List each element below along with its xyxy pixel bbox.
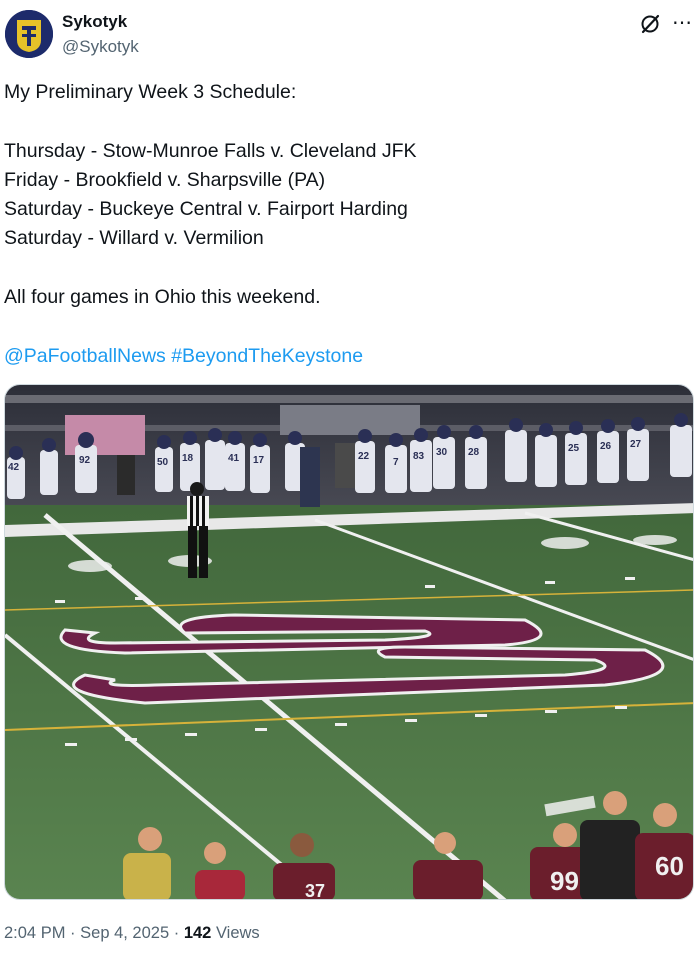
tweet-links: @PaFootballNews #BeyondTheKeystone [4, 342, 694, 371]
jersey-number: 99 [550, 866, 579, 896]
tweet-date[interactable]: Sep 4, 2025 [80, 924, 169, 942]
tweet-line [4, 312, 694, 341]
more-dots-icon[interactable]: ⋯ [672, 10, 693, 35]
jersey-number: 30 [436, 447, 448, 458]
tweet-line: My Preliminary Week 3 Schedule: [4, 81, 297, 103]
jersey-number: 18 [182, 453, 194, 464]
jersey-number: 25 [568, 443, 580, 454]
author-name[interactable]: Sykotyk [62, 12, 127, 32]
jersey-number: 27 [630, 439, 642, 450]
views-count: 142 [183, 924, 212, 942]
tweet-time[interactable]: 2:04 PM [4, 924, 65, 942]
tweet-line: Friday - Brookfield v. Sharpsville (PA) [4, 168, 326, 191]
tweet-line: Thursday - Stow-Munroe Falls v. Clevelan… [4, 139, 417, 162]
tweet-line [4, 107, 694, 136]
jersey-number: 83 [413, 451, 425, 462]
jersey-number: 92 [79, 455, 91, 466]
helmet-logo-icon [5, 10, 53, 58]
grok-icon[interactable] [638, 12, 662, 36]
jersey-number: 60 [655, 851, 684, 881]
tweet-line [4, 254, 694, 283]
jersey-number: 22 [358, 451, 370, 462]
jersey-number: 26 [600, 441, 612, 452]
jersey-number: 41 [228, 453, 240, 464]
meta-separator: · [173, 924, 180, 942]
tweet-line: Saturday - Willard v. Vermilion [4, 227, 264, 250]
jersey-number: 37 [305, 881, 325, 900]
tweet-line: All four games in Ohio this weekend. [4, 286, 321, 309]
views-label: Views [215, 924, 260, 942]
tweet-meta: 2:04 PM · Sep 4, 2025 · 142 Views [4, 924, 260, 943]
meta-separator: · [70, 924, 76, 942]
author-handle[interactable]: @Sykotyk [62, 37, 139, 57]
jersey-number: 42 [8, 462, 20, 473]
jersey-number: 7 [393, 457, 399, 468]
mention-link[interactable]: @PaFootballNews [4, 345, 166, 367]
football-field-photo[interactable]: 42 92 50 18 41 17 22 7 83 30 28 25 26 27 [4, 384, 694, 900]
tweet-header: Sykotyk @Sykotyk ⋯ [0, 0, 700, 70]
tweet-text: My Preliminary Week 3 Schedule: Thursday… [4, 78, 694, 371]
field-scene: 42 92 50 18 41 17 22 7 83 30 28 25 26 27 [5, 385, 693, 900]
hashtag-link[interactable]: #BeyondTheKeystone [171, 345, 363, 367]
jersey-number: 17 [253, 455, 265, 466]
tweet-line: Saturday - Buckeye Central v. Fairport H… [4, 198, 408, 221]
author-avatar[interactable] [5, 10, 53, 58]
jersey-number: 28 [468, 447, 480, 458]
jersey-number: 50 [157, 457, 169, 468]
